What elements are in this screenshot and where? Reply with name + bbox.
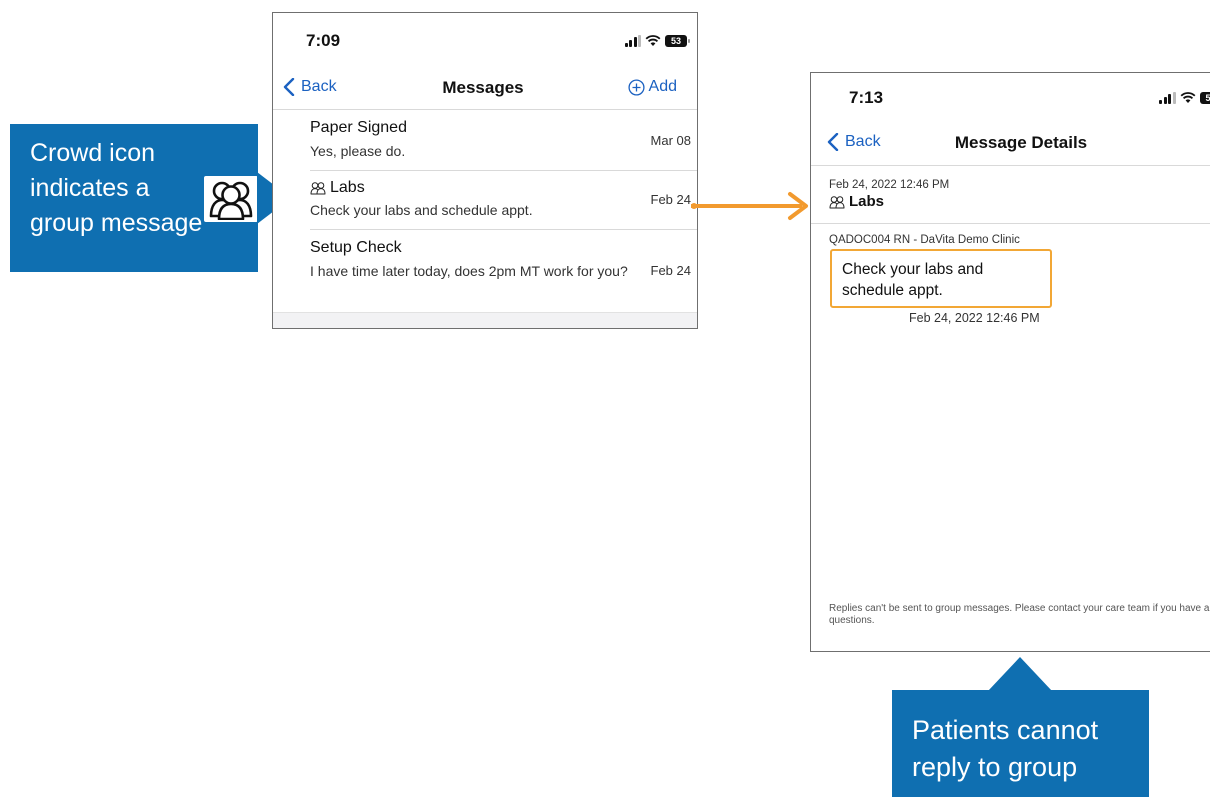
list-footer <box>273 312 697 328</box>
connector-arrow <box>691 192 808 220</box>
message-details-screen: 7:13 53 Back Message Details Feb 24, 202… <box>810 72 1210 652</box>
message-timestamp: Feb 24, 2022 12:46 PM <box>829 179 950 191</box>
group-reply-note: Replies can't be sent to group messages.… <box>829 603 1210 626</box>
callout-group-icon-note: Crowd icon indicates a group message <box>10 124 258 272</box>
group-icon <box>310 181 326 195</box>
status-icons: 53 <box>624 34 690 48</box>
callout-line: Patients cannot <box>912 715 1099 745</box>
wifi-icon <box>1180 92 1195 103</box>
message-snippet: Check your labs and schedule appt. <box>310 202 533 218</box>
add-label: Add <box>648 78 677 95</box>
message-date: Feb 24 <box>650 263 691 278</box>
callout-line: reply to group <box>912 752 1078 782</box>
crowd-icon <box>204 176 258 222</box>
messages-screen: 7:09 53 Back Messages Add Paper Signed Y… <box>272 12 698 329</box>
message-sender: QADOC004 RN - DaVita Demo Clinic <box>829 234 1020 246</box>
callout-line: Crowd icon <box>30 139 156 167</box>
signal-icon <box>1159 92 1176 104</box>
page-title: Messages <box>442 78 524 97</box>
status-icons: 53 <box>1159 91 1210 105</box>
status-time: 7:13 <box>849 88 884 107</box>
callout-line: messages. <box>912 786 1149 797</box>
callout-pointer <box>988 657 1052 691</box>
back-label: Back <box>845 133 881 150</box>
message-row-paper-signed[interactable]: Paper Signed Yes, please do. Mar 08 <box>273 110 697 170</box>
subject-text: Labs <box>849 193 885 210</box>
divider <box>811 165 1210 166</box>
message-subject: Labs <box>829 193 884 210</box>
signal-icon <box>624 35 641 47</box>
message-date: Feb 24 <box>650 192 691 207</box>
group-icon <box>829 195 845 209</box>
message-title: Paper Signed <box>310 119 407 136</box>
chevron-left-icon <box>827 133 839 151</box>
message-date: Mar 08 <box>650 133 691 148</box>
message-row-setup-check[interactable]: Setup Check I have time later today, doe… <box>273 230 697 310</box>
chevron-left-icon <box>283 78 295 96</box>
message-snippet: Yes, please do. <box>310 143 406 159</box>
plus-circle-icon <box>627 78 645 96</box>
back-button[interactable]: Back <box>283 78 337 96</box>
callout-reply-note: Patients cannot reply to group messages. <box>892 690 1149 797</box>
wifi-icon <box>645 35 661 46</box>
back-label: Back <box>301 78 337 95</box>
back-button[interactable]: Back <box>827 133 881 151</box>
status-time: 7:09 <box>306 31 341 50</box>
message-bubble: Check your labs and schedule appt. <box>830 249 1052 308</box>
message-title: Setup Check <box>310 239 402 256</box>
add-button[interactable]: Add <box>627 78 677 96</box>
message-bubble-timestamp: Feb 24, 2022 12:46 PM <box>909 311 1040 325</box>
message-row-labs[interactable]: Labs Check your labs and schedule appt. … <box>273 171 697 229</box>
battery-icon: 53 <box>665 35 690 47</box>
message-snippet: I have time later today, does 2pm MT wor… <box>310 263 628 279</box>
divider <box>811 223 1210 224</box>
page-title: Message Details <box>954 133 1088 152</box>
battery-icon: 53 <box>1199 92 1210 104</box>
message-title: Labs <box>330 179 365 196</box>
